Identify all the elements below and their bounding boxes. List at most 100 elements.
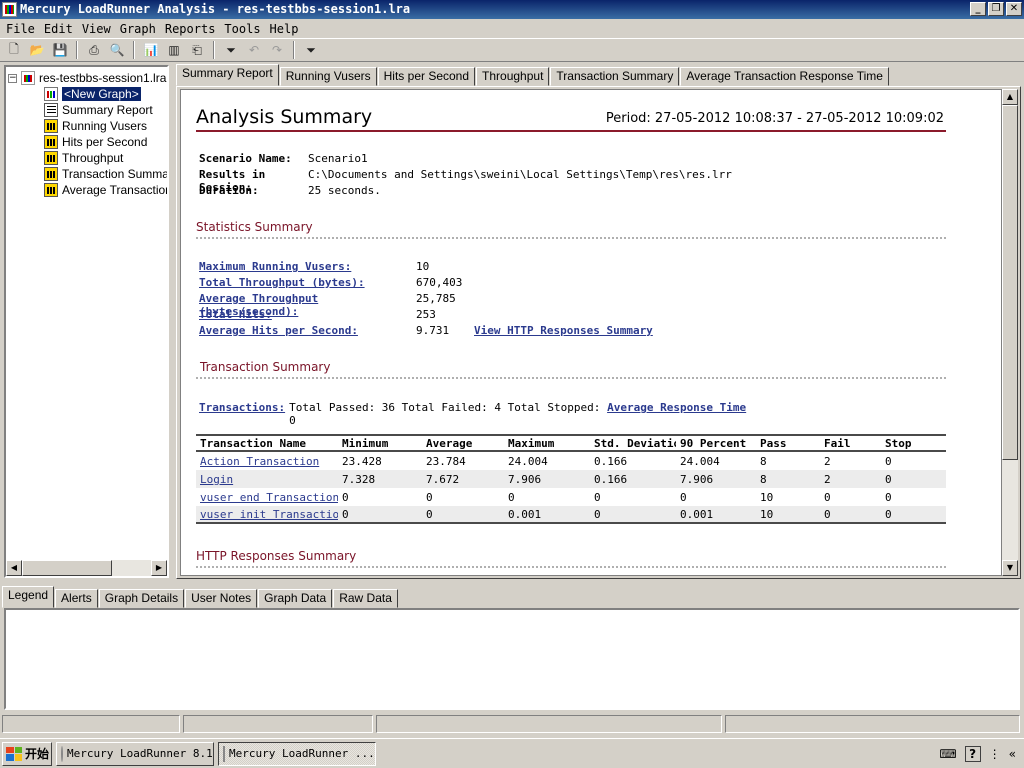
- tree-item-new-graph[interactable]: <New Graph>: [44, 86, 142, 102]
- table-header: Transaction Name Minimum Average Maximum…: [196, 434, 946, 452]
- average-response-time-link[interactable]: Average Response Time: [607, 401, 746, 427]
- tree-item-throughput[interactable]: Throughput: [44, 150, 123, 166]
- menu-file[interactable]: File: [4, 22, 42, 36]
- table-cell: 0.001: [508, 507, 542, 521]
- section-rule: [196, 237, 946, 239]
- tab-user-notes[interactable]: User Notes: [185, 589, 258, 608]
- info-label: Duration:: [199, 184, 259, 197]
- tree-item-transaction-summary[interactable]: Transaction Summary: [44, 166, 167, 182]
- tray-dots-icon[interactable]: ⋮: [989, 747, 1001, 761]
- session-icon: [21, 71, 35, 85]
- redo-icon[interactable]: ↷: [267, 40, 287, 60]
- collapse-icon[interactable]: −: [8, 73, 17, 83]
- taskbar-button-analysis[interactable]: Mercury LoadRunner ...: [218, 741, 376, 766]
- section-rule: [196, 566, 946, 568]
- status-panel: [2, 715, 180, 733]
- start-button[interactable]: 开始: [2, 741, 52, 766]
- tab-graph-data[interactable]: Graph Data: [258, 589, 333, 608]
- filter-summary-icon[interactable]: ⏷: [301, 40, 321, 60]
- stat-label[interactable]: Total Throughput (bytes):: [199, 276, 416, 289]
- tab-hits-per-second[interactable]: Hits per Second: [377, 67, 476, 86]
- open-folder-icon[interactable]: 📂: [27, 40, 47, 60]
- scroll-right-icon[interactable]: ▶: [151, 560, 167, 576]
- transaction-name-link[interactable]: Action Transaction: [196, 455, 338, 468]
- tree-item-running-vusers[interactable]: Running Vusers: [44, 118, 147, 134]
- tab-alerts[interactable]: Alerts: [55, 589, 98, 608]
- add-graph-icon[interactable]: 📊: [141, 40, 161, 60]
- table-cell: 0: [824, 507, 831, 521]
- transaction-name-link[interactable]: Login: [196, 473, 338, 486]
- tree-item-summary-report[interactable]: Summary Report: [44, 102, 153, 118]
- restore-button[interactable]: ❐: [988, 2, 1004, 16]
- session-tree: − res-testbbs-session1.lra <New Graph> S…: [4, 65, 169, 578]
- tab-transaction-summary[interactable]: Transaction Summary: [550, 67, 680, 86]
- column-header: Transaction Name: [200, 436, 306, 450]
- graph-icon: [44, 135, 58, 149]
- toolbar: 🗋 📂 💾 ⎙ 🔍 📊 ▥ ⎗ ⏷ ↶ ↷ ⏷: [0, 38, 1024, 62]
- menu-edit[interactable]: Edit: [42, 22, 80, 36]
- start-label: 开始: [25, 747, 50, 761]
- column-header: Fail: [824, 436, 851, 450]
- tab-average-transaction-response-time[interactable]: Average Transaction Response Time: [680, 67, 889, 86]
- bottom-tabs: Legend Alerts Graph Details User Notes G…: [2, 586, 399, 608]
- tray-expand-icon[interactable]: «: [1009, 747, 1016, 761]
- taskbar: 开始 Mercury LoadRunner 8.1 Mercury LoadRu…: [0, 738, 1024, 768]
- undo-icon[interactable]: ↶: [244, 40, 264, 60]
- report-vertical-scrollbar[interactable]: ▲ ▼: [1002, 89, 1018, 576]
- taskbar-button-loadrunner[interactable]: Mercury LoadRunner 8.1: [56, 741, 214, 766]
- tab-running-vusers[interactable]: Running Vusers: [279, 67, 377, 86]
- scroll-thumb[interactable]: [1002, 105, 1018, 460]
- scroll-up-icon[interactable]: ▲: [1002, 89, 1018, 105]
- column-header: 90 Percent: [680, 436, 747, 450]
- transactions-link[interactable]: Transactions:: [199, 401, 285, 427]
- tree-root[interactable]: − res-testbbs-session1.lra: [8, 70, 166, 86]
- menu-tools[interactable]: Tools: [222, 22, 267, 36]
- tree-horizontal-scrollbar[interactable]: ◀ ▶: [6, 560, 167, 576]
- stat-label[interactable]: Average Hits per Second:: [199, 324, 416, 337]
- transaction-name-link[interactable]: vuser end Transaction: [196, 491, 338, 504]
- keyboard-icon[interactable]: ⌨: [939, 747, 956, 761]
- table-cell: 0: [508, 490, 515, 504]
- info-row: Scenario Name: Scenario1: [199, 152, 368, 165]
- column-header: Std. Deviation: [594, 436, 676, 450]
- column-header: Maximum: [508, 436, 555, 450]
- menu-reports[interactable]: Reports: [163, 22, 223, 36]
- table-cell: 0: [885, 507, 892, 521]
- tab-throughput[interactable]: Throughput: [476, 67, 550, 86]
- stat-label[interactable]: Total Hits:: [199, 308, 416, 321]
- tree-item-average-transaction[interactable]: Average Transaction: [44, 182, 167, 198]
- scroll-left-icon[interactable]: ◀: [6, 560, 22, 576]
- minimize-button[interactable]: _: [970, 2, 986, 16]
- menu-help[interactable]: Help: [268, 22, 306, 36]
- help-icon[interactable]: ?: [964, 746, 981, 762]
- scroll-thumb[interactable]: [22, 560, 112, 576]
- save-icon[interactable]: 💾: [50, 40, 70, 60]
- app-icon: [2, 2, 17, 17]
- print-icon[interactable]: ⎙: [84, 40, 104, 60]
- system-tray: ⌨ ? ⋮ «: [933, 742, 1022, 766]
- close-button[interactable]: ✕: [1006, 2, 1022, 16]
- table-cell: 0: [885, 490, 892, 504]
- filter-icon[interactable]: ⏷: [221, 40, 241, 60]
- table-cell: 0: [426, 490, 433, 504]
- tab-summary-report[interactable]: Summary Report: [176, 64, 279, 86]
- table-cell: 0.166: [594, 472, 628, 486]
- stat-label[interactable]: Maximum Running Vusers:: [199, 260, 416, 273]
- tab-legend[interactable]: Legend: [2, 586, 55, 608]
- view-http-responses-link[interactable]: View HTTP Responses Summary: [474, 324, 653, 337]
- taskbar-button-label: Mercury LoadRunner 8.1: [67, 747, 213, 760]
- export-icon[interactable]: ⎗: [187, 40, 207, 60]
- graph-tabs: Summary Report Running Vusers Hits per S…: [176, 64, 890, 86]
- column-header: Pass: [760, 436, 787, 450]
- tab-graph-details[interactable]: Graph Details: [98, 589, 185, 608]
- tab-raw-data[interactable]: Raw Data: [333, 589, 398, 608]
- menu-view[interactable]: View: [80, 22, 118, 36]
- new-icon[interactable]: 🗋: [4, 40, 24, 60]
- print-preview-icon[interactable]: 🔍: [107, 40, 127, 60]
- menu-graph[interactable]: Graph: [118, 22, 163, 36]
- tree-item-hits-per-second[interactable]: Hits per Second: [44, 134, 147, 150]
- stat-value: 253: [416, 308, 436, 321]
- transaction-name-link[interactable]: vuser init Transaction: [196, 508, 338, 521]
- graph-icon[interactable]: ▥: [164, 40, 184, 60]
- scroll-down-icon[interactable]: ▼: [1002, 560, 1018, 576]
